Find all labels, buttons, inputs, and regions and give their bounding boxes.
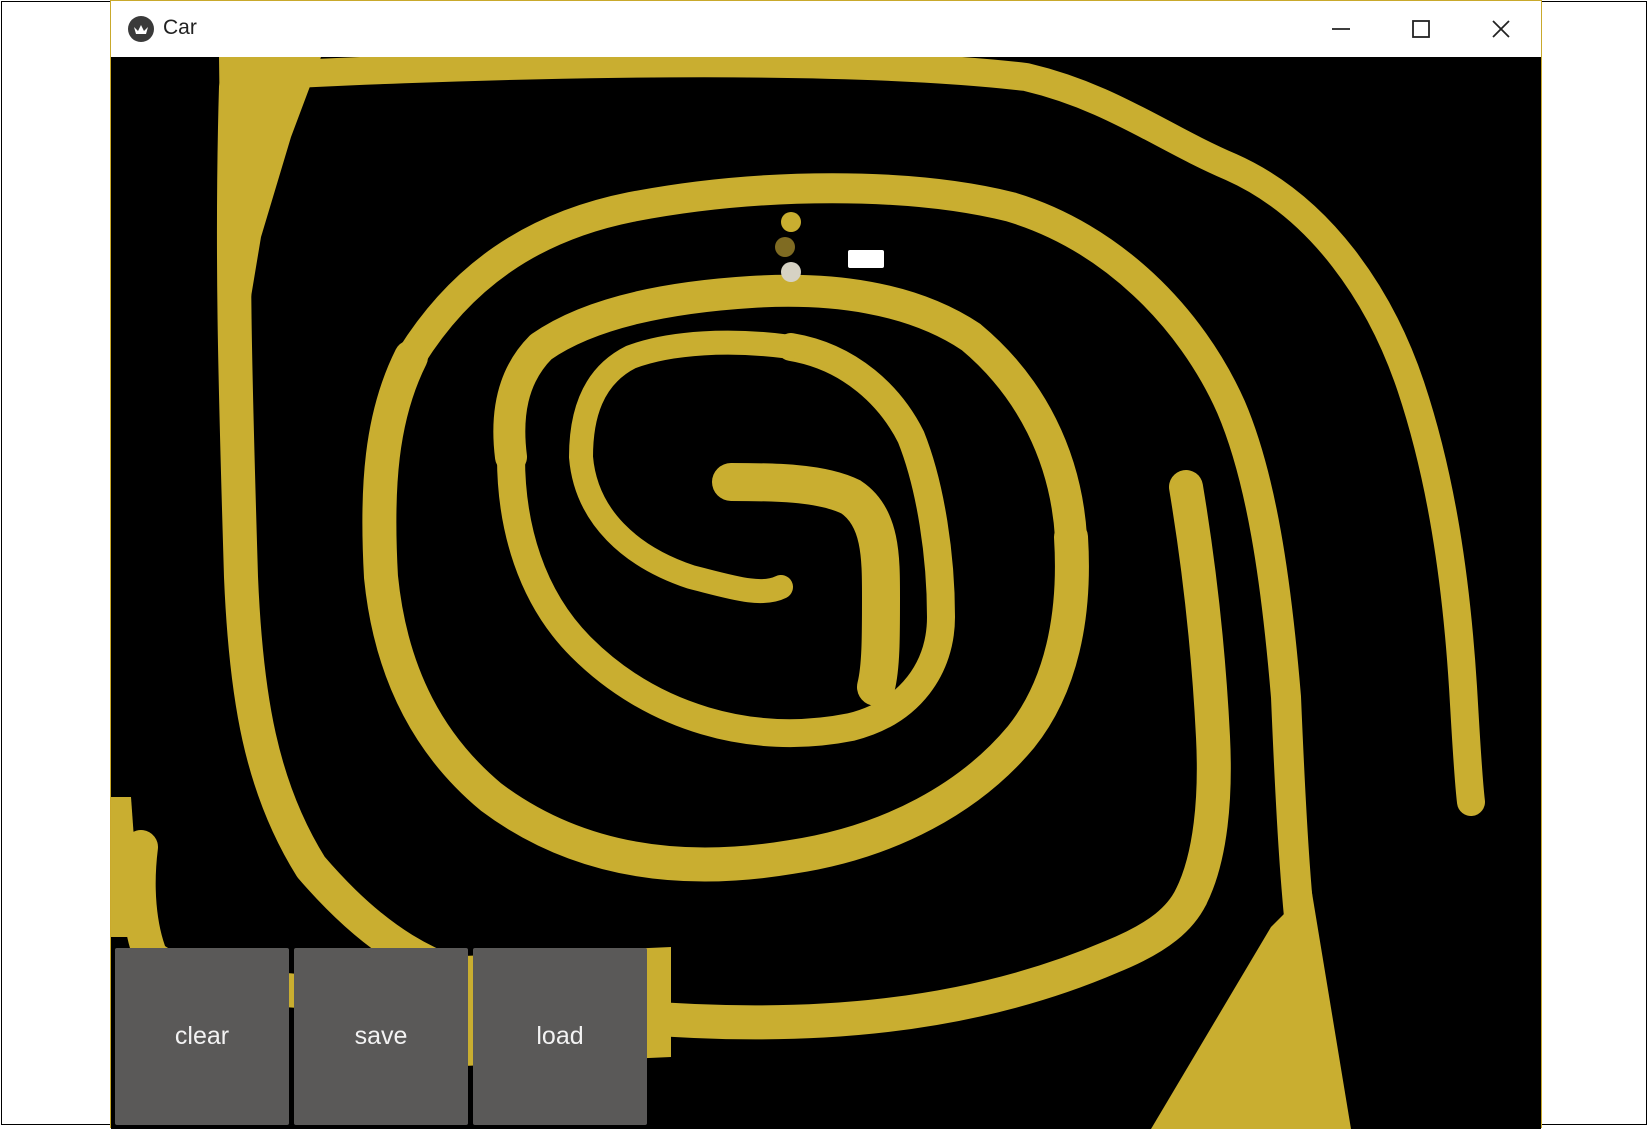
close-icon [1492,20,1510,38]
title-bar[interactable]: Car [111,1,1541,57]
track-stroke-bottom-right [1169,470,1231,914]
car [848,250,884,268]
minimize-button[interactable] [1301,1,1381,57]
drawing-canvas[interactable]: clear save load [111,57,1541,1129]
close-button[interactable] [1461,1,1541,57]
maximize-icon [1412,20,1430,38]
load-button[interactable]: load [473,948,647,1125]
save-button[interactable]: save [294,948,468,1125]
sensor-top [781,212,801,232]
window-title: Car [163,16,197,39]
maximize-button[interactable] [1381,1,1461,57]
minimize-icon [1332,28,1350,30]
track-stroke-second-left [362,340,1089,882]
track-blob-top-left [219,57,321,357]
sensor-middle [775,237,795,257]
sensor-bottom [781,262,801,282]
app-window: Car clear save load [110,0,1542,1129]
kivy-logo-icon [127,15,155,43]
clear-button[interactable]: clear [115,948,289,1125]
